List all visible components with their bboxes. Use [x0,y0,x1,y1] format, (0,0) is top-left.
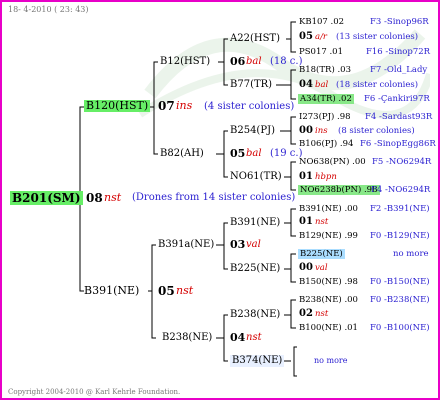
root-breed: nst [104,191,122,204]
dam-queen[interactable]: B120(HST) [84,100,151,112]
l2-note-1: (19 c.) [270,148,303,159]
l4-breed-4: nst [315,217,329,227]
l4-nomore-7: no more [314,356,348,365]
l3-queen-1[interactable]: B77(TR) [230,79,272,91]
l4-top-6[interactable]: B238(NE) .00 [299,295,358,305]
sire-queen[interactable]: B391(NE) [84,285,139,297]
l4-bot-3[interactable]: NO6238b(PN) .98 [298,185,380,195]
l4-note-1: (18 sister colonies) [336,80,419,90]
l2-queen-3[interactable]: B238(NE) [162,332,212,344]
l2-breed-2: val [246,239,261,250]
l2-queen-2[interactable]: B391a(NE) [158,239,214,251]
l2-breed-3: nst [246,332,262,343]
l4-bot-2[interactable]: B106(PJ) .94 [299,139,353,149]
l3-queen-2[interactable]: B254(PJ) [230,125,275,137]
l4-bot-link-1[interactable]: F6 -Çankiri97R [364,94,430,104]
l4-top-1[interactable]: B18(TR) .03 [299,65,351,75]
l3-queen-5[interactable]: B225(NE) [230,263,280,275]
root-queen[interactable]: B201(SM) [10,191,83,205]
l4-bot-link-5[interactable]: F0 -B150(NE) [370,277,430,287]
l4-top-link-5[interactable]: no more [393,249,429,259]
dam-note: (4 sister colonies) [204,101,295,112]
l4-bot-1[interactable]: A34(TR) .02 [298,94,354,104]
l4-bot-link-6[interactable]: F0 -B100(NE) [370,323,430,333]
l4-top-4[interactable]: B391(NE) .00 [299,204,358,214]
l4-top-link-1[interactable]: F7 -Old_Lady [370,65,427,75]
l4-top-2[interactable]: I273(PJ) .98 [299,112,351,122]
l4-top-link-2[interactable]: F4 -Sardast93R [365,112,432,122]
l4-top-link-4[interactable]: F2 -B391(NE) [370,204,430,214]
l4-note-2: (8 sister colonies) [338,126,415,136]
l4-breed-5: val [315,263,328,273]
l4-bot-link-2[interactable]: F6 -SinopEgg86R [360,139,436,149]
l2-queen-1[interactable]: B82(AH) [160,148,204,160]
sire-generation: 05 [158,284,175,298]
l4-bot-5[interactable]: B150(NE) .98 [299,277,358,287]
l4-top-0[interactable]: KB107 .02 [299,17,344,27]
l4-bot-4[interactable]: B129(NE) .99 [299,231,358,241]
l4-gen-4: 01 [299,216,313,227]
l4-breed-0: a/r [315,32,327,42]
l2-gen-1: 05 [230,147,246,160]
copyright-footer: Copyright 2004-2010 @ Karl Kehrle Founda… [8,388,181,396]
l4-top-5[interactable]: B225(NE) [298,249,345,259]
timestamp: 18- 4-2010 ( 23: 43) [8,5,89,14]
l4-gen-5: 00 [299,262,313,273]
l4-bot-link-0[interactable]: F16 -Sinop72R [366,47,430,57]
l4-note-0: (13 sister colonies) [336,32,419,42]
l3-queen-7[interactable]: B374(NE) [230,355,285,367]
l2-gen-3: 04 [230,331,246,344]
root-drones-note: (Drones from 14 sister colonies) [132,192,296,203]
l4-breed-6: nst [315,309,329,319]
l4-bot-6[interactable]: B100(NE) .01 [299,323,358,333]
l4-gen-1: 04 [299,79,313,90]
l4-gen-2: 00 [299,125,313,136]
dam-breed: ins [176,99,193,112]
l2-queen-0[interactable]: B12(HST) [160,56,210,68]
l4-top-link-3[interactable]: F5 -NO6294R [372,157,431,167]
dam-generation: 07 [158,99,175,113]
l4-top-link-0[interactable]: F3 -Sinop96R [370,17,429,27]
l4-bot-link-4[interactable]: F0 -B129(NE) [370,231,430,241]
l2-breed-1: bal [246,148,262,159]
l3-queen-0[interactable]: A22(HST) [230,33,280,45]
l2-gen-0: 06 [230,55,246,68]
l4-breed-3: hbpn [315,172,337,182]
l2-breed-0: bal [246,56,262,67]
l2-note-0: (18 c.) [270,56,303,67]
l3-queen-4[interactable]: B391(NE) [230,217,280,229]
l2-gen-2: 03 [230,238,246,251]
l4-top-3[interactable]: NO638(PN) .00 [299,157,366,167]
sire-breed: nst [176,284,194,297]
root-generation: 08 [86,191,103,205]
l3-queen-3[interactable]: NO61(TR) [230,171,282,183]
l4-bot-link-3[interactable]: F4 -NO6294R [371,185,430,195]
l4-gen-3: 01 [299,171,313,182]
l4-gen-0: 05 [299,31,313,42]
l4-gen-6: 02 [299,308,313,319]
l4-bot-0[interactable]: PS017 .01 [299,47,343,57]
l4-top-link-6[interactable]: F0 -B238(NE) [370,295,430,305]
l3-queen-6[interactable]: B238(NE) [230,309,280,321]
l4-breed-1: bal [315,80,329,90]
l4-breed-2: ins [315,126,328,136]
